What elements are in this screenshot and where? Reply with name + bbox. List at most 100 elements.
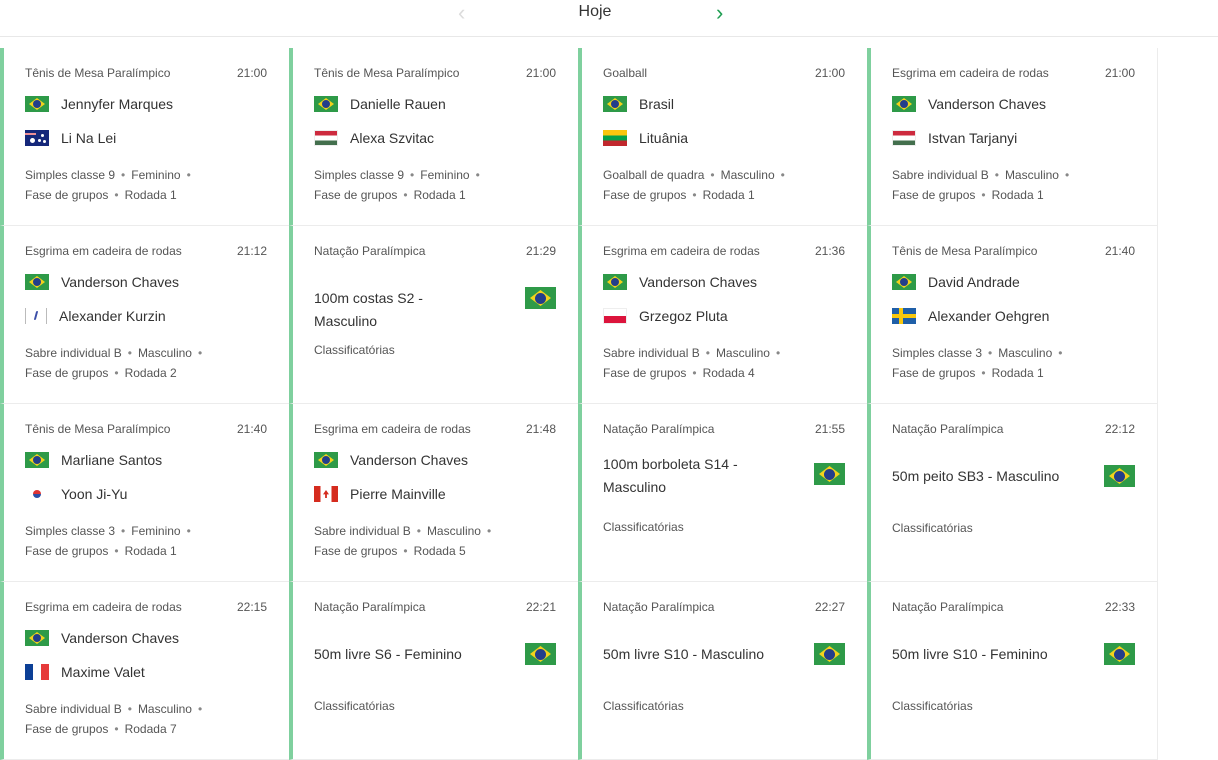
separator-dot: • xyxy=(981,366,986,380)
event-card[interactable]: Esgrima em cadeira de rodas 22:15 Vanderso… xyxy=(0,582,289,760)
event-details: Sabre individual B • Masculino • Fase de gru… xyxy=(603,343,863,383)
event-card[interactable]: Natação Paralímpica 22:33 50m livre S10 - … xyxy=(867,582,1157,760)
flag-fr-icon xyxy=(25,664,49,680)
event-time: 21:00 xyxy=(525,66,556,80)
event-card[interactable]: Goalball 21:00 Brasil Lituânia Goalball de q… xyxy=(578,48,867,226)
event-stage: Fase de grupos xyxy=(314,544,398,558)
flag-br-icon xyxy=(25,630,49,646)
event-round: Rodada 1 xyxy=(702,188,755,202)
separator-dot: • xyxy=(403,188,408,202)
separator-dot: • xyxy=(486,524,492,538)
flag-lt-icon xyxy=(603,130,627,146)
event-time: 21:00 xyxy=(1104,66,1135,80)
separator-dot: • xyxy=(186,168,191,182)
competitor-name: Pierre Mainville xyxy=(350,486,446,502)
event-category: Simples classe 9 xyxy=(314,168,405,182)
separator-dot: • xyxy=(475,168,480,182)
details-line: Sabre individual B • Masculino • xyxy=(603,343,863,363)
flag-br-icon xyxy=(892,96,916,112)
competitor-name: Vanderson Chaves xyxy=(928,96,1047,112)
event-card[interactable]: Natação Paralímpica 22:21 50m livre S6 - F… xyxy=(289,582,578,760)
event-time: 21:48 xyxy=(525,422,556,436)
event-time: 21:12 xyxy=(236,244,267,258)
separator-dot: • xyxy=(114,544,119,558)
event-round: Rodada 1 xyxy=(124,544,177,558)
competitor-name: Alexander Kurzin xyxy=(59,308,166,324)
event-time: 21:40 xyxy=(236,422,267,436)
event-card[interactable]: Tênis de Mesa Paralímpico 21:40 David Andr… xyxy=(867,226,1157,404)
event-time: 21:36 xyxy=(814,244,845,258)
event-stage: Fase de grupos xyxy=(603,366,687,380)
event-title: 50m livre S10 - Feminino xyxy=(892,646,1048,662)
separator-dot: • xyxy=(403,544,408,558)
competitor-row: Vanderson Chaves xyxy=(892,94,1046,114)
separator-dot: • xyxy=(114,188,119,202)
event-card[interactable]: Natação Paralímpica 21:55 100m borboleta S… xyxy=(578,404,867,582)
sport-name: Esgrima em cadeira de rodas xyxy=(892,66,1049,80)
event-details: Simples classe 9 • Feminino • Fase de grupos… xyxy=(314,165,574,205)
competitor-row: Istvan Tarjanyi xyxy=(892,128,1017,148)
event-time: 21:00 xyxy=(236,66,267,80)
flag-br-icon xyxy=(314,452,338,468)
event-card[interactable]: Natação Paralímpica 22:12 50m peito SB3 - … xyxy=(867,404,1157,582)
details-line: Sabre individual B • Masculino • xyxy=(314,521,574,541)
details-line: Fase de grupos • Rodada 4 xyxy=(603,363,863,383)
chevron-right-icon[interactable]: › xyxy=(716,2,723,24)
event-time: 22:21 xyxy=(525,600,556,614)
flag-kr-icon xyxy=(25,486,49,502)
competitor-row: Li Na Lei xyxy=(25,128,116,148)
event-card[interactable]: Esgrima em cadeira de rodas 21:12 Vanderso… xyxy=(0,226,289,404)
event-category: Sabre individual B xyxy=(25,346,122,360)
event-card[interactable]: Natação Paralímpica 21:29 100m costas S2 -… xyxy=(289,226,578,404)
event-category: Simples classe 3 xyxy=(892,346,983,360)
details-line: Sabre individual B • Masculino • xyxy=(892,165,1152,185)
event-card[interactable]: Tênis de Mesa Paralímpico 21:00 Danielle R… xyxy=(289,48,578,226)
separator-dot: • xyxy=(197,702,203,716)
event-gender: Masculino xyxy=(998,346,1053,360)
competitor-row: Vanderson Chaves xyxy=(314,450,468,470)
separator-dot: • xyxy=(710,168,715,182)
flag-br-icon xyxy=(525,287,556,309)
competitor-name: Jennyfer Marques xyxy=(61,96,174,112)
flag-br-icon xyxy=(25,274,49,290)
competitor-row: Danielle Rauen xyxy=(314,94,446,114)
competitor-name: Vanderson Chaves xyxy=(639,274,758,290)
separator-dot: • xyxy=(197,346,203,360)
event-time: 22:33 xyxy=(1104,600,1135,614)
event-card[interactable]: Natação Paralímpica 22:27 50m livre S10 - … xyxy=(578,582,867,760)
day-label: Hoje xyxy=(578,3,612,20)
event-card[interactable]: Esgrima em cadeira de rodas 21:48 Vanderso… xyxy=(289,404,578,582)
details-line: Fase de grupos • Rodada 5 xyxy=(314,541,574,561)
event-card[interactable]: Tênis de Mesa Paralímpico 21:00 Jennyfer M… xyxy=(0,48,289,226)
event-stage: Fase de grupos xyxy=(892,188,976,202)
competitor-name: Marliane Santos xyxy=(61,452,163,468)
event-category: Sabre individual B xyxy=(892,168,989,182)
event-round: Rodada 2 xyxy=(124,366,177,380)
sport-name: Tênis de Mesa Paralímpico xyxy=(25,66,171,80)
event-card[interactable]: Esgrima em cadeira de rodas 21:36 Vanderso… xyxy=(578,226,867,404)
flag-br-icon xyxy=(25,96,49,112)
event-time: 21:00 xyxy=(814,66,845,80)
event-time: 22:15 xyxy=(236,600,267,614)
event-stage: Fase de grupos xyxy=(25,544,109,558)
event-category: Sabre individual B xyxy=(603,346,700,360)
event-details: Sabre individual B • Masculino • Fase de gru… xyxy=(892,165,1152,205)
event-card[interactable]: Esgrima em cadeira de rodas 21:00 Vanderso… xyxy=(867,48,1157,226)
competitor-row: Pierre Mainville xyxy=(314,484,446,504)
event-stage: Fase de grupos xyxy=(25,188,109,202)
event-phase: Classificatórias xyxy=(314,343,395,357)
competitor-name: Danielle Rauen xyxy=(350,96,446,112)
competitor-row: Vanderson Chaves xyxy=(603,272,757,292)
event-card[interactable]: Tênis de Mesa Paralímpico 21:40 Marliane S… xyxy=(0,404,289,582)
sport-name: Natação Paralímpica xyxy=(603,422,715,436)
competitor-name: David Andrade xyxy=(928,274,1020,290)
competitor-name: Alexander Oehgren xyxy=(928,308,1050,324)
sport-name: Goalball xyxy=(603,66,648,80)
competitor-row: Vanderson Chaves xyxy=(25,628,179,648)
event-time: 21:55 xyxy=(814,422,845,436)
separator-dot: • xyxy=(121,524,126,538)
event-title: 100m borboleta S14 - Masculino xyxy=(603,456,738,495)
separator-dot: • xyxy=(1064,168,1070,182)
sport-name: Natação Paralímpica xyxy=(892,600,1004,614)
event-round: Rodada 7 xyxy=(124,722,177,736)
